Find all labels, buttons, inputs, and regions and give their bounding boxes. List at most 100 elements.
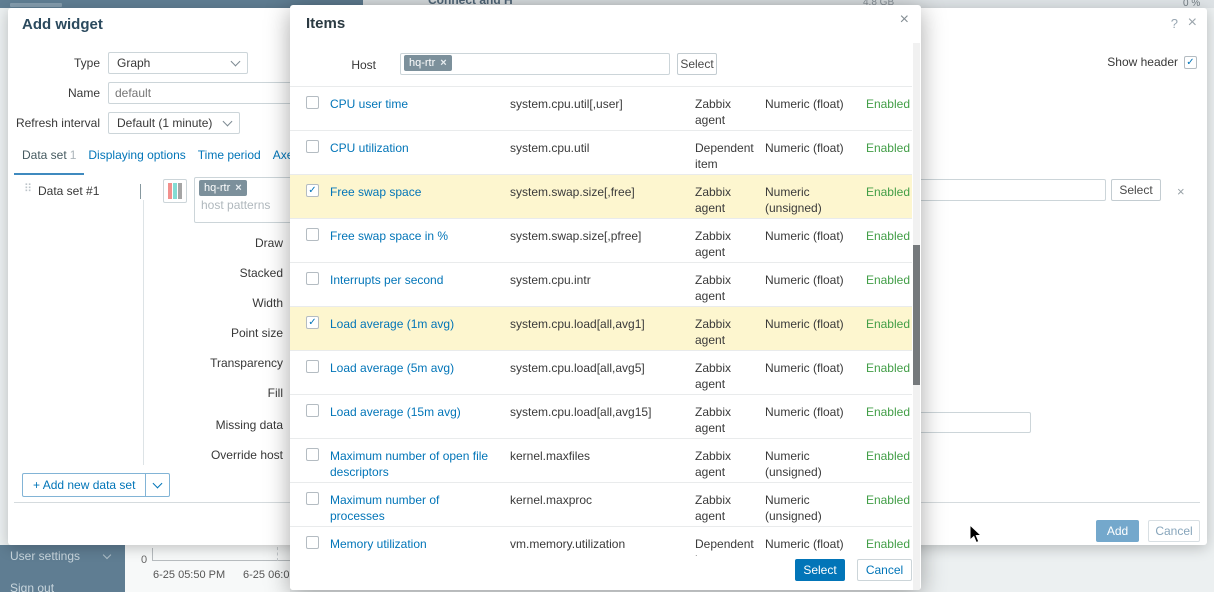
add-button[interactable]: Add — [1096, 520, 1139, 542]
swatch-stripe — [173, 183, 177, 199]
row-checkbox[interactable] — [306, 492, 319, 505]
show-header-checkbox[interactable]: ✓ — [1184, 55, 1197, 69]
chevron-down-icon — [222, 116, 233, 126]
close-icon[interactable]: × — [900, 11, 909, 29]
item-name-link[interactable]: Free swap space — [330, 184, 490, 218]
status-badge: Enabled — [865, 317, 910, 331]
row-checkbox[interactable] — [306, 448, 319, 461]
item-type: Zabbix agent — [695, 361, 732, 391]
row-checkbox[interactable] — [306, 360, 319, 373]
item-key: kernel.maxfiles — [510, 449, 591, 463]
add-new-data-set-button[interactable]: + Add new data set — [22, 473, 171, 497]
item-info-type: Numeric (unsigned) — [765, 493, 822, 523]
item-name-link[interactable]: CPU user time — [330, 96, 490, 130]
sidebar-item-sign-out[interactable]: Sign out — [10, 581, 54, 592]
item-type: Zabbix agent — [695, 273, 732, 303]
table-row[interactable]: CPU user time system.cpu.util[,user] Zab… — [290, 87, 912, 131]
scrollbar-thumb[interactable] — [913, 245, 920, 385]
host-tag: hq-rtr × — [404, 55, 452, 71]
select-button[interactable]: Select — [795, 559, 845, 581]
item-name-link[interactable]: CPU utilization — [330, 140, 490, 174]
row-checkbox[interactable] — [306, 228, 319, 241]
transparency-label: Transparency — [210, 356, 283, 370]
item-type: Zabbix agent — [695, 449, 732, 479]
type-select[interactable]: Graph — [108, 52, 248, 74]
row-checkbox[interactable] — [306, 96, 319, 109]
screen: Connect and H 4.8 GB 0 % User settings S… — [0, 0, 1214, 592]
draw-label: Draw — [254, 236, 283, 250]
host-pattern-tag: hq-rtr × — [199, 180, 247, 196]
host-multiselect[interactable]: hq-rtr × — [400, 53, 670, 75]
item-name-link[interactable]: Maximum number of processes — [330, 492, 490, 526]
item-info-type: Numeric (unsigned) — [765, 185, 822, 215]
collapse-chevron-icon[interactable] — [140, 184, 141, 199]
add-data-set-menu-chevron[interactable] — [145, 474, 169, 496]
remove-row-icon[interactable]: × — [1177, 184, 1185, 199]
status-badge: Enabled — [865, 405, 910, 419]
item-name-link[interactable]: Load average (5m avg) — [330, 360, 490, 394]
tab-displaying-options[interactable]: Displaying options — [88, 148, 185, 168]
item-name-link[interactable]: Load average (15m avg) — [330, 404, 490, 438]
drag-handle-icon[interactable]: ⠿ — [24, 182, 32, 195]
row-checkbox[interactable] — [306, 140, 319, 153]
graph-tick-label: 6-25 05:50 PM — [153, 569, 226, 581]
cancel-button[interactable]: Cancel — [857, 559, 912, 581]
dialog-title: Add widget — [22, 16, 103, 33]
table-row[interactable]: Interrupts per second system.cpu.intr Za… — [290, 263, 912, 307]
close-icon[interactable]: × — [1188, 14, 1197, 32]
item-info-type: Numeric (float) — [765, 273, 844, 287]
override-host-label: Override host — [210, 448, 283, 462]
tab-data-set[interactable]: Data set 1 — [13, 148, 85, 175]
status-badge: Enabled — [865, 185, 910, 199]
row-checkbox[interactable] — [306, 536, 319, 549]
row-checkbox[interactable]: ✓ — [306, 184, 319, 197]
item-name-link[interactable]: Interrupts per second — [330, 272, 490, 306]
scrollbar-track[interactable] — [913, 43, 920, 590]
item-patterns-select-button[interactable]: Select — [1111, 179, 1161, 201]
table-row[interactable]: Maximum number of processes kernel.maxpr… — [290, 483, 912, 527]
item-name-link[interactable]: Load average (1m avg) — [330, 316, 490, 350]
status-badge: Enabled — [865, 273, 910, 287]
cancel-button[interactable]: Cancel — [1148, 520, 1200, 542]
item-type: Zabbix agent — [695, 405, 732, 435]
type-label: Type — [73, 56, 100, 70]
item-key: system.swap.size[,pfree] — [510, 229, 642, 243]
help-icon[interactable]: ? — [1171, 16, 1178, 31]
swatch-stripe — [168, 183, 172, 199]
refresh-interval-label: Refresh interval — [15, 116, 100, 130]
status-badge: Enabled — [865, 449, 910, 463]
row-checkbox[interactable] — [306, 272, 319, 285]
item-name-link[interactable]: Maximum number of open file descriptors — [330, 448, 490, 482]
fill-label: Fill — [267, 386, 283, 400]
item-type: Zabbix agent — [695, 493, 732, 523]
table-row[interactable]: ✓ Load average (1m avg) system.cpu.load[… — [290, 307, 912, 351]
tag-remove-icon[interactable]: × — [440, 56, 446, 70]
item-key: system.cpu.load[all,avg1] — [510, 317, 645, 331]
items-table: CPU user time system.cpu.util[,user] Zab… — [290, 86, 912, 571]
data-set-color-swatch[interactable] — [163, 179, 187, 203]
sidebar-item-user-settings[interactable]: User settings — [10, 549, 112, 563]
tab-time-period[interactable]: Time period — [198, 148, 261, 168]
host-label: Host — [351, 58, 376, 72]
mouse-cursor — [969, 524, 983, 544]
row-checkbox[interactable]: ✓ — [306, 316, 319, 329]
graph-tick-label: 6-25 06:0 — [243, 569, 290, 581]
item-type: Zabbix agent — [695, 185, 732, 215]
chevron-down-icon — [230, 56, 241, 66]
table-row[interactable]: Maximum number of open file descriptors … — [290, 439, 912, 483]
item-type: Dependent item — [695, 141, 754, 171]
table-row[interactable]: ✓ Free swap space system.swap.size[,free… — [290, 175, 912, 219]
table-row[interactable]: Load average (5m avg) system.cpu.load[al… — [290, 351, 912, 395]
table-row[interactable]: Load average (15m avg) system.cpu.load[a… — [290, 395, 912, 439]
item-name-link[interactable]: Free swap space in % — [330, 228, 490, 262]
table-row[interactable]: Free swap space in % system.swap.size[,p… — [290, 219, 912, 263]
graph-y-zero-label: 0 — [141, 554, 148, 566]
refresh-interval-select[interactable]: Default (1 minute) — [108, 112, 240, 134]
table-row[interactable]: CPU utilization system.cpu.util Dependen… — [290, 131, 912, 175]
item-key: system.cpu.util[,user] — [510, 97, 623, 111]
width-label: Width — [252, 296, 283, 310]
sidebar: User settings Sign out — [0, 545, 125, 592]
row-checkbox[interactable] — [306, 404, 319, 417]
host-select-button[interactable]: Select — [677, 53, 717, 75]
tag-remove-icon[interactable]: × — [235, 181, 241, 195]
